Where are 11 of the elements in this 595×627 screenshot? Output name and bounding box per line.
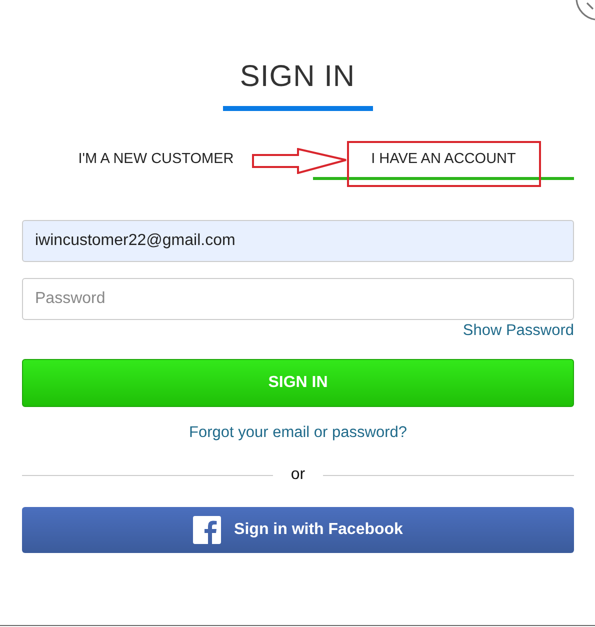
show-password-link[interactable]: Show Password xyxy=(462,322,574,340)
forgot-link[interactable]: Forgot your email or password? xyxy=(189,424,407,442)
close-icon[interactable] xyxy=(575,0,595,21)
facebook-button[interactable]: Sign in with Facebook xyxy=(22,507,574,553)
dialog-title: SIGN IN xyxy=(240,59,356,95)
password-field[interactable]: Password xyxy=(22,278,574,320)
facebook-icon xyxy=(193,516,222,544)
tab[interactable]: I HAVE AN ACCOUNT xyxy=(313,144,574,180)
tab[interactable]: I'M A NEW CUSTOMER xyxy=(22,144,290,180)
divider-text: or xyxy=(290,466,306,484)
email-field[interactable]: iwincustomer22@gmail.com xyxy=(22,220,574,262)
